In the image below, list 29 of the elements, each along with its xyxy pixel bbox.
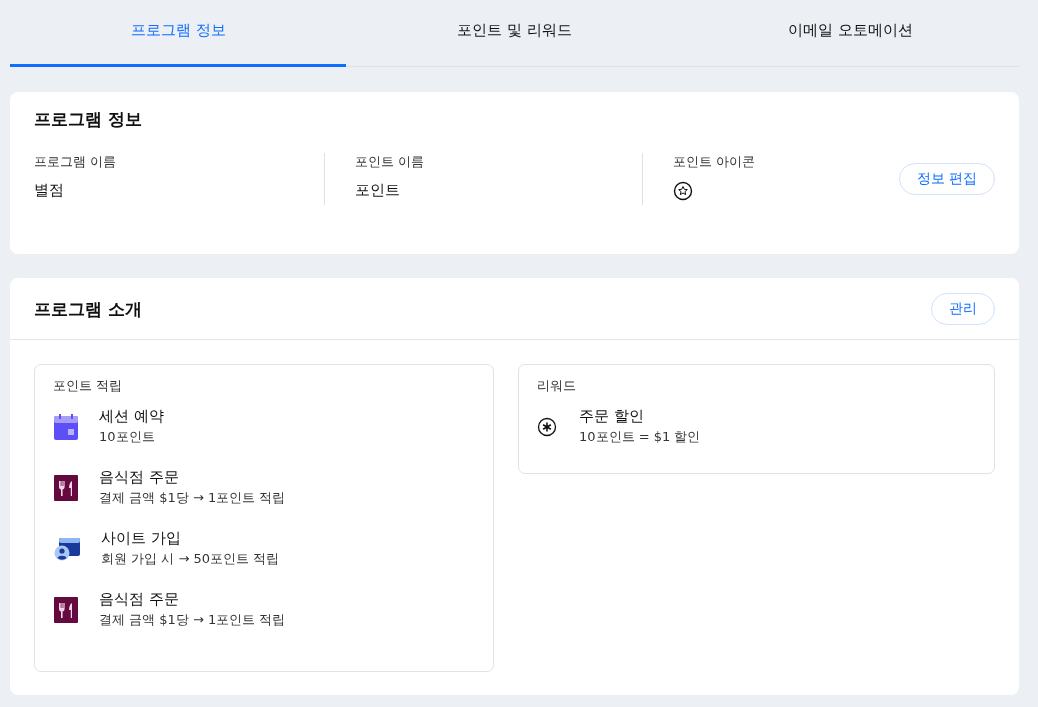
panel-title: 리워드 <box>537 377 577 395</box>
earn-rule-title: 음식점 주문 <box>99 590 180 609</box>
field-value: 포인트 <box>355 181 401 200</box>
asterisk-circle-icon <box>537 416 557 437</box>
earn-rule-detail: 10포인트 <box>99 428 156 446</box>
earn-rule-detail: 결제 금액 $1당 → 1포인트 적립 <box>99 611 286 629</box>
field-value: 별점 <box>34 181 65 200</box>
panel-title: 포인트 적립 <box>53 377 124 395</box>
reward-title: 주문 할인 <box>579 407 645 426</box>
edit-info-button[interactable]: 정보 편집 <box>898 163 995 195</box>
tab[interactable]: 프로그램 정보 <box>10 0 347 67</box>
field-label: 포인트 아이콘 <box>673 153 757 171</box>
calendar-icon <box>53 412 79 441</box>
earn-rule-detail: 회원 가입 시 → 50포인트 적립 <box>101 550 280 568</box>
field-label: 포인트 이름 <box>355 153 426 171</box>
card-title: 프로그램 소개 <box>34 297 142 321</box>
tab[interactable]: 이메일 오토메이션 <box>682 0 1019 67</box>
manage-button[interactable]: 관리 <box>931 293 995 325</box>
reward-detail: 10포인트 = $1 할인 <box>579 428 701 446</box>
fork-knife-icon <box>53 595 79 624</box>
earn-rule-title: 음식점 주문 <box>99 468 180 487</box>
earn-rule-title: 세션 예약 <box>99 407 164 426</box>
field-label: 프로그램 이름 <box>34 153 118 171</box>
card-title: 프로그램 정보 <box>34 108 143 131</box>
earn-rule-title: 사이트 가입 <box>101 529 182 548</box>
tab[interactable]: 포인트 및 리워드 <box>346 0 683 67</box>
earn-rule-detail: 결제 금액 $1당 → 1포인트 적립 <box>99 489 286 507</box>
fork-knife-icon <box>53 473 79 502</box>
star-coin-icon <box>673 181 693 201</box>
